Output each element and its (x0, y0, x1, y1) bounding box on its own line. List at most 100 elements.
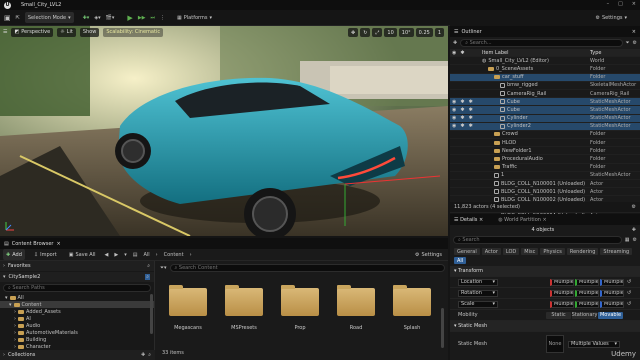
outliner-row[interactable]: ◉ ✱ ✱ Cube StaticMeshActor (450, 106, 640, 115)
reset-icon[interactable]: ↺ (627, 290, 631, 296)
settings-icon[interactable]: ⚙ (633, 40, 637, 46)
outliner-row[interactable]: ◉ ✱ ✱ Cube StaticMeshActor (450, 98, 640, 107)
settings-icon[interactable]: ⚙ (633, 237, 637, 243)
collections-header[interactable]: › Collections ✚ ⌕ (0, 350, 155, 360)
asset-folder[interactable]: Road (333, 285, 379, 331)
outliner-row[interactable]: BLDG_COLL_N100001 (Unloaded) Actor (450, 188, 640, 197)
close-icon[interactable]: × (632, 1, 636, 7)
prop-value-field[interactable]: Multiple Va (575, 289, 599, 297)
history-icon[interactable]: ▾ (124, 252, 127, 258)
save-all-button[interactable]: ▣ Save All (66, 249, 99, 260)
category-rendering[interactable]: Rendering (566, 248, 599, 255)
viewport-menu-icon[interactable]: ☰ (3, 29, 7, 35)
details-search-input[interactable]: ⌕ Search (453, 236, 622, 244)
asset-folder[interactable]: Prop (277, 285, 323, 331)
pin-icon[interactable]: ✱ (460, 115, 464, 121)
prop-value-field[interactable]: Multiple Va (600, 289, 624, 297)
outliner-row[interactable]: 1 StaticMeshActor (450, 172, 640, 180)
tree-item[interactable]: ▾ Content (0, 301, 154, 308)
minimize-icon[interactable]: – (607, 1, 610, 7)
prop-value-field[interactable]: Multiple Va (550, 278, 574, 286)
outliner-search-input[interactable]: ⌕ Search... (460, 39, 623, 47)
pin-icon[interactable]: ✱ (460, 123, 464, 129)
tree-item[interactable]: › Added_Assets (0, 308, 154, 315)
project-header[interactable]: ▾ CitySample2 ⌕ (0, 272, 154, 282)
maximize-icon[interactable]: □ (618, 1, 623, 7)
col-type[interactable]: Type (590, 50, 640, 56)
grid-snap-value[interactable]: 10 (384, 28, 397, 37)
prop-value-field[interactable]: Multiple Va (550, 289, 574, 297)
pin-icon[interactable]: ✱ (460, 99, 464, 105)
outliner-row[interactable]: NewFolder1 Folder (450, 147, 640, 156)
tree-item[interactable]: › AutomotiveMaterials (0, 329, 154, 336)
mobility-static[interactable]: Static (546, 311, 571, 319)
breadcrumb-all[interactable]: All (143, 252, 149, 258)
category-all[interactable]: All (454, 257, 467, 264)
lit-button[interactable]: ☼ Lit (57, 27, 76, 37)
outliner-row[interactable]: car_stuff Folder (450, 73, 640, 82)
transform-section[interactable]: ▾ Transform (450, 266, 640, 277)
reset-icon[interactable]: ↺ (627, 301, 631, 307)
prop-label-dropdown[interactable]: Scale ▾ (458, 300, 498, 308)
save-icon[interactable]: ▣ (4, 14, 11, 22)
prop-value-field[interactable]: Multiple Va (600, 278, 624, 286)
asset-folder[interactable]: Splash (389, 285, 435, 331)
platforms-dropdown[interactable]: ▦ Platforms ▾ (174, 12, 215, 23)
eye-icon[interactable]: ◉ (452, 107, 456, 113)
asset-folder[interactable]: MSPresets (221, 285, 267, 331)
outliner-row[interactable]: BLDG_COLL_N100001 (Unloaded) Actor (450, 180, 640, 189)
prop-label-dropdown[interactable]: Rotation ▾ (458, 289, 498, 297)
camera-speed[interactable]: 1 (434, 28, 444, 37)
view-options-icon[interactable]: ⚙ (632, 204, 636, 210)
outliner-row[interactable]: CameraRig_Rail CameraRig_Rail (450, 90, 640, 99)
prop-value-field[interactable]: Multiple Va (600, 300, 624, 308)
blueprint-icon[interactable]: ◈▾ (94, 15, 100, 21)
asset-search-input[interactable]: ⌕ Search Content (169, 264, 445, 272)
breadcrumb-content[interactable]: Content (164, 252, 184, 258)
eye-icon[interactable]: ◉ (452, 99, 456, 105)
play-icon[interactable]: ▶ (127, 14, 132, 22)
filter-icon[interactable]: ⏷▾ (160, 265, 167, 271)
prop-value-field[interactable]: Multiple Va (550, 300, 574, 308)
outliner-row[interactable]: HLOD Folder (450, 139, 640, 148)
translate-icon[interactable]: ✥ (348, 28, 359, 37)
outliner-row[interactable]: Traffic Folder (450, 164, 640, 172)
perspective-button[interactable]: ◩ Perspective (11, 27, 54, 37)
add-collection-icon[interactable]: ✚ (141, 352, 145, 358)
search-paths-input[interactable]: ⌕ Search Paths (3, 284, 151, 292)
world-partition-tab[interactable]: ◍ World Partition × (498, 217, 547, 223)
prop-label-dropdown[interactable]: Location ▾ (458, 278, 498, 286)
tree-item[interactable]: › Building (0, 336, 154, 343)
tree-item[interactable]: ▾ All (0, 294, 154, 301)
settings-button[interactable]: ⚙ Settings ▾ (592, 13, 630, 24)
outliner-row[interactable]: bmw_rigged SkeletalMeshActor (450, 82, 640, 90)
category-physics[interactable]: Physics (540, 248, 565, 255)
category-misc[interactable]: Misc (521, 248, 539, 255)
selection-mode-dropdown[interactable]: Selection Mode ▾ (24, 12, 74, 23)
grid-view-icon[interactable]: ▦ (625, 237, 630, 243)
outliner-row[interactable]: ProceduralAudio Folder (450, 155, 640, 164)
outliner-row[interactable]: Crowd Folder (450, 131, 640, 140)
play-options-icon[interactable]: ▶▶ (138, 15, 146, 21)
back-icon[interactable]: ◀ (105, 252, 109, 258)
cinematics-icon[interactable]: 🎬▾ (106, 15, 115, 21)
eye-icon[interactable]: ◉ (452, 123, 456, 129)
category-streaming[interactable]: Streaming (600, 248, 633, 255)
category-lod[interactable]: LOD (502, 248, 520, 255)
level-viewport[interactable]: ☰ ◩ Perspective ☼ Lit Show Scalability: Ci… (0, 26, 448, 236)
lock-icon[interactable]: ✱ (469, 123, 473, 129)
lock-icon[interactable]: ✱ (469, 107, 473, 113)
outliner-row[interactable]: 0_SceneAssets Folder (450, 65, 640, 74)
asset-folder[interactable]: Megascans (165, 285, 211, 331)
category-actor[interactable]: Actor (481, 248, 501, 255)
rotate-icon[interactable]: ↻ (360, 28, 371, 37)
import-button[interactable]: ⇩ Import (31, 249, 60, 260)
level-tab[interactable]: Small_City_LVL2 (21, 2, 61, 8)
eye-icon[interactable]: ◉ (452, 115, 456, 121)
browser-settings-button[interactable]: ⚙ Settings (412, 249, 445, 260)
add-button[interactable]: ✚ Add (3, 249, 25, 260)
lock-icon[interactable]: ✱ (469, 115, 473, 121)
close-icon[interactable]: × (632, 29, 636, 35)
outliner-tab[interactable]: ☰ Outliner × (450, 26, 640, 37)
mobility-movable[interactable]: Movable (598, 311, 623, 319)
